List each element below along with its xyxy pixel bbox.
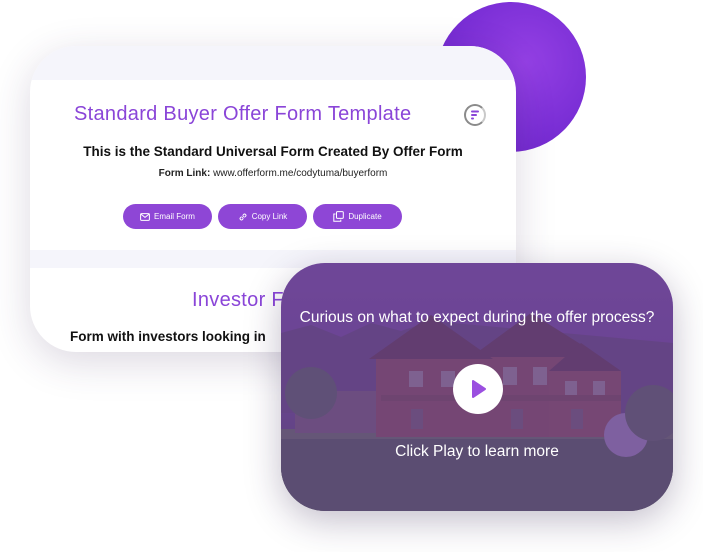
play-button[interactable] — [453, 364, 503, 414]
action-buttons: Email Form Copy Link Duplicate — [123, 204, 402, 229]
duplicate-label: Duplicate — [348, 212, 382, 221]
investor-template-title: Investor F — [192, 289, 284, 311]
email-form-button[interactable]: Email Form — [123, 204, 212, 229]
video-heading: Curious on what to expect during the off… — [299, 309, 655, 326]
offerform-logo-icon — [464, 104, 486, 126]
play-icon — [472, 380, 486, 398]
duplicate-icon — [333, 211, 345, 222]
email-form-label: Email Form — [154, 212, 195, 221]
video-card[interactable]: Curious on what to expect during the off… — [281, 263, 673, 511]
card-top-band — [30, 46, 516, 80]
mail-icon — [140, 212, 150, 221]
link-icon — [238, 212, 248, 222]
copy-link-label: Copy Link — [251, 212, 288, 221]
duplicate-button[interactable]: Duplicate — [313, 204, 402, 229]
template-title: Standard Buyer Offer Form Template — [74, 103, 412, 125]
investor-template-subtitle: Form with investors looking in — [70, 329, 266, 344]
form-link-url[interactable]: www.offerform.me/codytuma/buyerform — [213, 168, 387, 179]
copy-link-button[interactable]: Copy Link — [218, 204, 307, 229]
video-caption: Click Play to learn more — [395, 443, 559, 460]
form-link-label: Form Link: — [158, 168, 211, 179]
template-subtitle: This is the Standard Universal Form Crea… — [83, 144, 463, 159]
form-link-row: Form Link: www.offerform.me/codytuma/buy… — [30, 168, 516, 179]
